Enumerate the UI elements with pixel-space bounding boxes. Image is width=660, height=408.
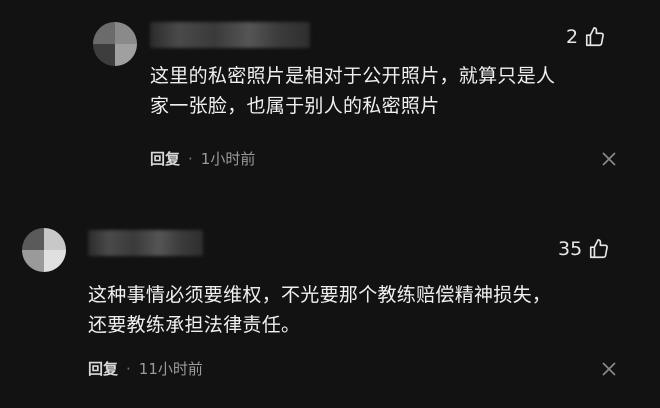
comment-text: 这种事情必须要维权，不光要那个教练赔偿精神损失， 还要教练承担法律责任。 — [88, 280, 628, 340]
close-icon[interactable] — [602, 362, 616, 376]
like-count: 2 — [566, 26, 579, 48]
like-button[interactable]: 35 — [558, 238, 610, 260]
comment-item: 2 这里的私密照片是相对于公开照片，就算只是人 家一张脸，也属于别人的私密照片 … — [0, 0, 660, 200]
username-blurred[interactable] — [88, 230, 203, 256]
like-count: 35 — [558, 238, 583, 260]
like-button[interactable]: 2 — [566, 26, 606, 48]
user-avatar[interactable] — [93, 22, 137, 66]
user-avatar[interactable] — [22, 228, 66, 272]
close-icon[interactable] — [602, 152, 616, 166]
reply-button[interactable]: 回复 — [150, 148, 180, 169]
meta-separator: · — [188, 149, 193, 168]
comment-text-line: 这种事情必须要维权，不光要那个教练赔偿精神损失， — [88, 284, 552, 306]
meta-separator: · — [126, 359, 131, 378]
thumbs-up-icon — [590, 239, 609, 259]
comment-item: 35 这种事情必须要维权，不光要那个教练赔偿精神损失， 还要教练承担法律责任。 … — [0, 200, 660, 408]
timestamp: 11小时前 — [138, 360, 203, 378]
thumbs-up-icon — [586, 27, 605, 47]
comment-meta: 回复 · 11小时前 — [88, 358, 203, 379]
timestamp: 1小时前 — [200, 150, 256, 168]
comment-text-line: 家一张脸，也属于别人的私密照片 — [150, 95, 440, 117]
comment-text-line: 还要教练承担法律责任。 — [88, 314, 301, 336]
comment-meta: 回复 · 1小时前 — [150, 148, 255, 169]
reply-button[interactable]: 回复 — [88, 358, 118, 379]
comment-text-line: 这里的私密照片是相对于公开照片，就算只是人 — [150, 65, 556, 87]
username-blurred[interactable] — [150, 22, 310, 48]
comment-text: 这里的私密照片是相对于公开照片，就算只是人 家一张脸，也属于别人的私密照片 — [150, 61, 630, 121]
